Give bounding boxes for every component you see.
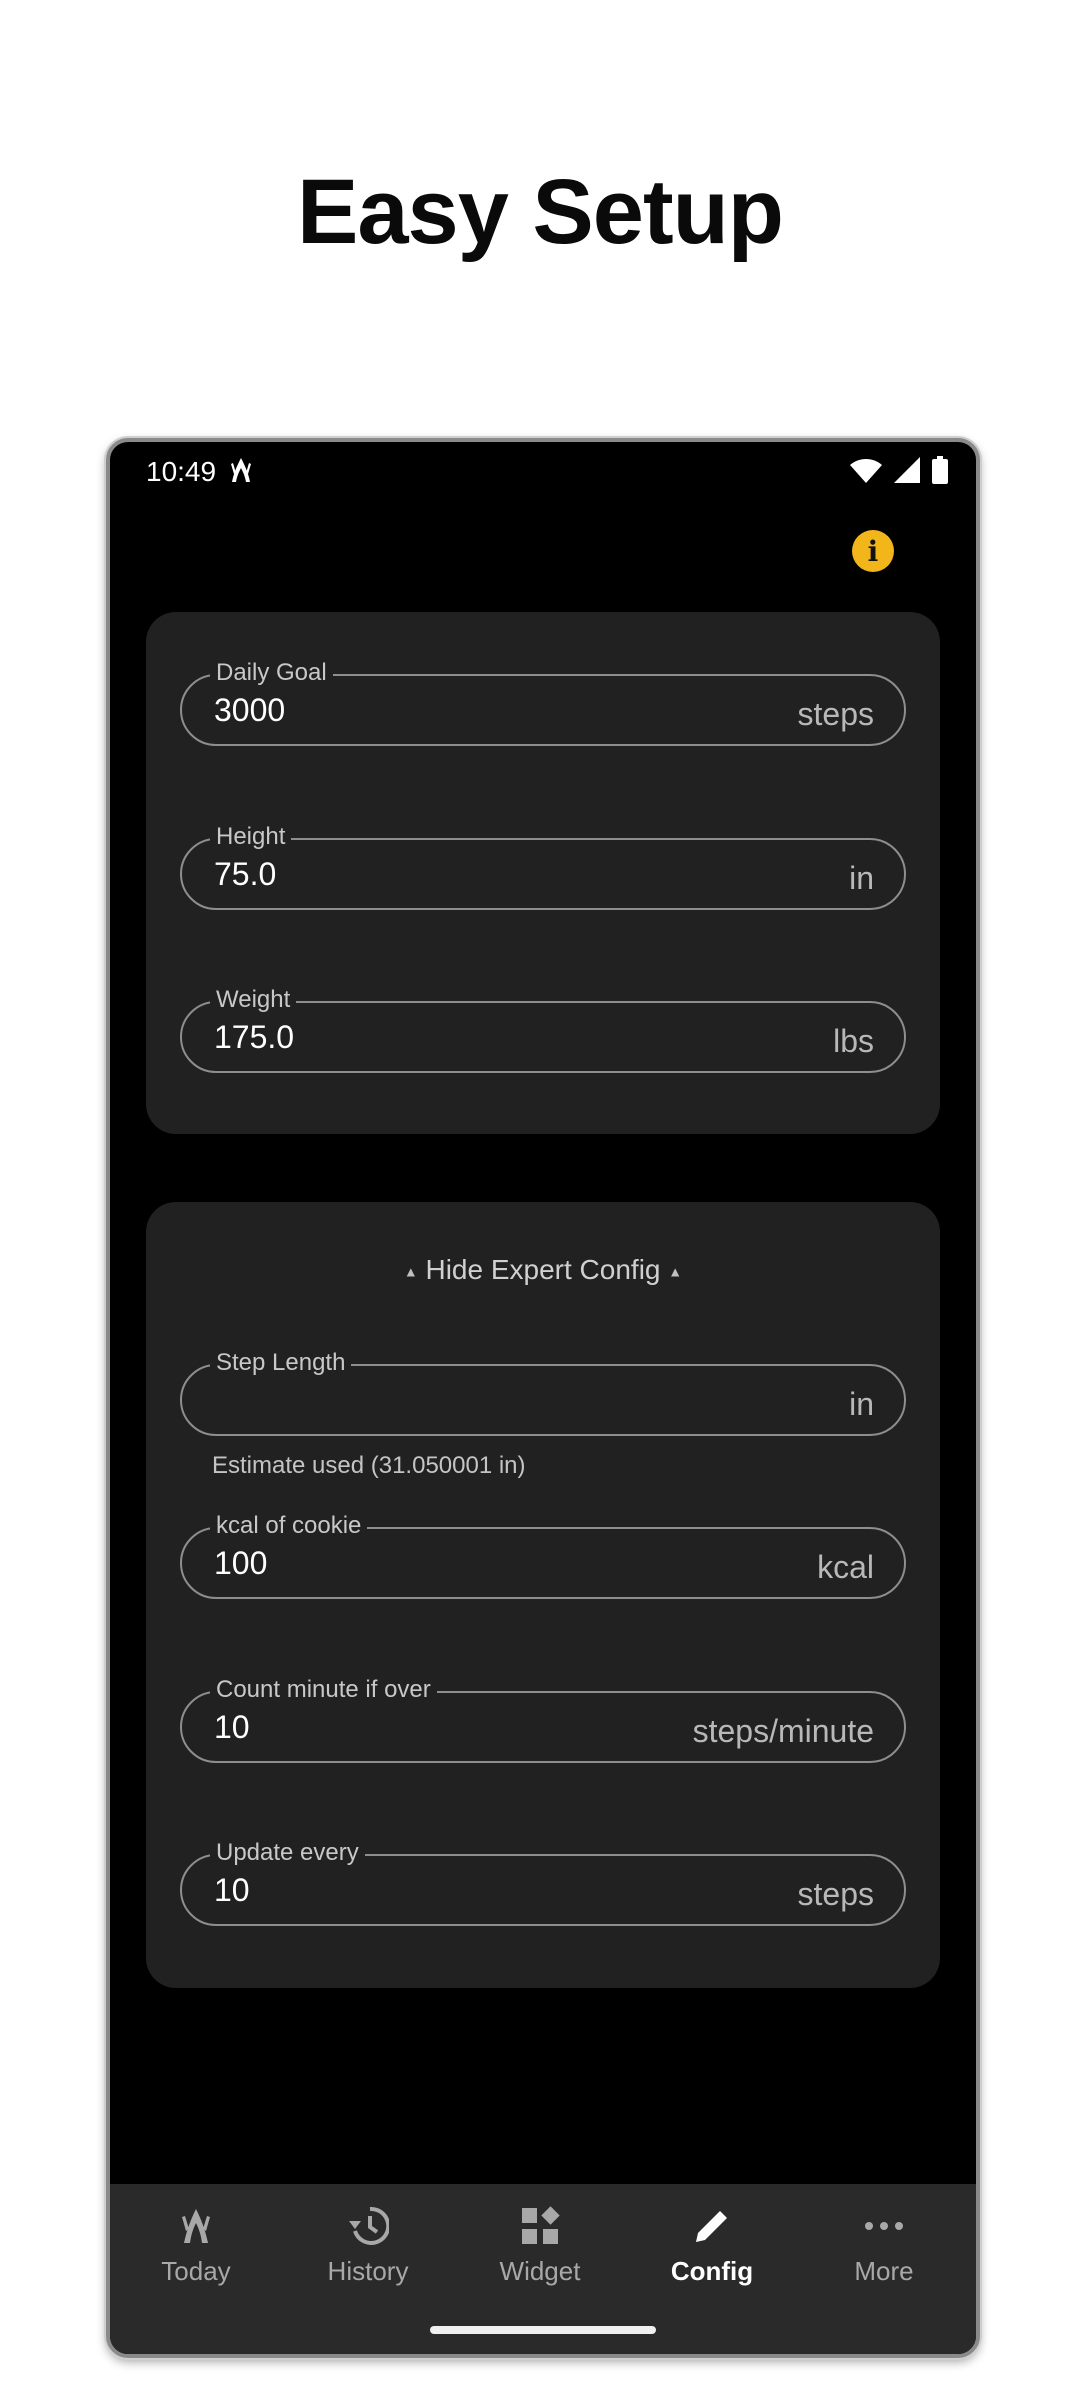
step-length-unit: in	[849, 1386, 874, 1422]
kcal-cookie-field[interactable]: kcal of cookie 100 kcal	[180, 1511, 906, 1599]
nav-more[interactable]: More	[798, 2202, 970, 2287]
collapse-triangle-icon: ▲	[668, 1263, 683, 1280]
step-length-field[interactable]: Step Length in	[180, 1348, 906, 1436]
info-icon[interactable]: i	[852, 530, 894, 572]
history-icon	[282, 2202, 454, 2250]
wifi-icon	[850, 458, 882, 490]
paw-icon	[110, 2202, 282, 2250]
nav-today[interactable]: Today	[110, 2202, 282, 2287]
height-field[interactable]: Height 75.0 in	[180, 822, 906, 910]
expert-config-toggle-label: Hide Expert Config	[425, 1254, 661, 1285]
height-unit: in	[849, 860, 874, 896]
basic-config-card: Daily Goal 3000 steps Height 75.0 in Wei…	[146, 612, 940, 1134]
height-label: Height	[210, 822, 292, 852]
status-bar: 10:49	[110, 442, 976, 502]
pencil-icon	[626, 2202, 798, 2250]
update-every-label: Update every	[210, 1838, 365, 1868]
daily-goal-value[interactable]: 3000	[214, 692, 285, 729]
weight-value[interactable]: 175.0	[214, 1019, 294, 1056]
page-headline: Easy Setup	[297, 161, 784, 263]
collapse-triangle-icon: ▲	[403, 1263, 418, 1280]
nav-config[interactable]: Config	[626, 2202, 798, 2287]
more-icon	[798, 2202, 970, 2250]
widget-icon	[454, 2202, 626, 2250]
weight-label: Weight	[210, 985, 297, 1015]
app-notification-icon	[228, 456, 254, 491]
expert-config-card: ▲ Hide Expert Config ▲ Step Length in Es…	[146, 1202, 940, 1988]
home-indicator[interactable]	[430, 2326, 656, 2334]
daily-goal-label: Daily Goal	[210, 658, 333, 688]
update-every-value[interactable]: 10	[214, 1872, 250, 1909]
phone-frame: 10:49 i Daily Goal 3000 steps Height 75.…	[106, 438, 980, 2358]
nav-history-label: History	[327, 2256, 409, 2286]
weight-unit: lbs	[833, 1023, 874, 1059]
kcal-cookie-value[interactable]: 100	[214, 1545, 267, 1582]
count-minute-value[interactable]: 10	[214, 1709, 250, 1746]
kcal-cookie-unit: kcal	[817, 1549, 874, 1585]
count-minute-label: Count minute if over	[210, 1675, 437, 1705]
battery-icon	[932, 456, 948, 491]
count-minute-unit: steps/minute	[692, 1713, 874, 1749]
daily-goal-unit: steps	[797, 696, 874, 732]
nav-today-label: Today	[161, 2256, 231, 2286]
step-length-hint: Estimate used (31.050001 in)	[212, 1452, 526, 1479]
nav-history[interactable]: History	[282, 2202, 454, 2287]
bottom-navigation: Today History Widget Config More	[110, 2184, 976, 2354]
nav-widget[interactable]: Widget	[454, 2202, 626, 2287]
nav-config-label: Config	[670, 2256, 754, 2286]
update-every-unit: steps	[797, 1876, 874, 1912]
kcal-cookie-label: kcal of cookie	[210, 1511, 368, 1541]
update-every-field[interactable]: Update every 10 steps	[180, 1838, 906, 1926]
step-length-label: Step Length	[210, 1348, 352, 1378]
daily-goal-field[interactable]: Daily Goal 3000 steps	[180, 658, 906, 746]
status-time: 10:49	[146, 456, 217, 487]
nav-more-label: More	[854, 2256, 914, 2286]
count-minute-field[interactable]: Count minute if over 10 steps/minute	[180, 1675, 906, 1763]
weight-field[interactable]: Weight 175.0 lbs	[180, 985, 906, 1073]
height-value[interactable]: 75.0	[214, 856, 276, 893]
nav-widget-label: Widget	[499, 2256, 581, 2286]
expert-config-toggle[interactable]: ▲ Hide Expert Config ▲	[146, 1254, 940, 1286]
signal-icon	[894, 457, 920, 490]
